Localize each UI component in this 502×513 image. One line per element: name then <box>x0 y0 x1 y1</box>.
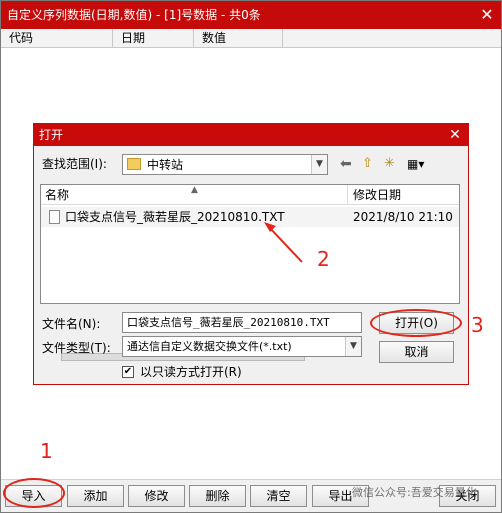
filetype-value: 通达信自定义数据交换文件(*.txt) <box>127 340 292 353</box>
lookin-combo[interactable]: 中转站 ▼ <box>122 154 328 175</box>
name-column-header[interactable]: 名称 <box>45 187 69 203</box>
column-header-date[interactable]: 日期 <box>113 29 194 48</box>
file-list-header: 名称 ▲ 修改日期 <box>41 185 459 205</box>
open-file-dialog: 打开 ✕ 查找范围(I): 中转站 ▼ ⬅ ⇧ ✳ ▦▾ 名称 ▲ 修改日期 口… <box>33 123 469 385</box>
lookin-value: 中转站 <box>147 158 184 172</box>
lookin-label: 查找范围(I): <box>42 157 107 171</box>
filename-label: 文件名(N): <box>42 317 101 331</box>
column-divider <box>347 185 348 205</box>
add-button[interactable]: 添加 <box>67 485 124 507</box>
file-row[interactable]: 口袋支点信号_薇若星辰_20210810.TXT 2021/8/10 21:10 <box>41 207 459 227</box>
close-icon[interactable]: ✕ <box>477 5 497 25</box>
annotation-number-1: 1 <box>40 439 53 463</box>
file-list[interactable]: 名称 ▲ 修改日期 口袋支点信号_薇若星辰_20210810.TXT 2021/… <box>40 184 460 361</box>
sort-up-icon: ▲ <box>191 185 198 195</box>
file-modified: 2021/8/10 21:10 <box>353 210 453 224</box>
chevron-down-icon[interactable]: ▼ <box>311 155 327 174</box>
chevron-down-icon[interactable]: ▼ <box>345 337 361 356</box>
text-file-icon <box>49 210 60 224</box>
filetype-label: 文件类型(T): <box>42 341 111 355</box>
modified-column-header[interactable]: 修改日期 <box>353 187 401 203</box>
annotation-number-2: 2 <box>317 247 330 271</box>
annotation-number-3: 3 <box>471 313 484 337</box>
annotation-ring-open <box>370 309 462 337</box>
filename-input[interactable]: 口袋支点信号_薇若星辰_20210810.TXT <box>122 312 362 333</box>
annotation-arrow-icon <box>264 222 303 263</box>
column-header-code[interactable]: 代码 <box>1 29 113 48</box>
delete-button[interactable]: 删除 <box>189 485 246 507</box>
cancel-button[interactable]: 取消 <box>379 341 454 363</box>
back-icon[interactable]: ⬅ <box>340 156 356 172</box>
clear-button[interactable]: 清空 <box>250 485 307 507</box>
readonly-label[interactable]: 以只读方式打开(R) <box>140 364 242 380</box>
view-menu-icon[interactable]: ▦▾ <box>407 156 437 172</box>
annotation-ring-import <box>3 478 65 508</box>
grid-header: 代码 日期 数值 <box>1 29 501 48</box>
filetype-select[interactable]: 通达信自定义数据交换文件(*.txt) ▼ <box>122 336 362 357</box>
new-folder-icon[interactable]: ✳ <box>384 156 400 172</box>
folder-icon <box>127 158 141 170</box>
column-header-value[interactable]: 数值 <box>194 29 283 48</box>
up-folder-icon[interactable]: ⇧ <box>362 156 378 172</box>
app-title: 自定义序列数据(日期,数值) - [1]号数据 - 共0条 <box>1 1 501 29</box>
readonly-checkbox[interactable]: ✔ <box>122 366 134 378</box>
dialog-title: 打开 <box>34 124 468 146</box>
file-name: 口袋支点信号_薇若星辰_20210810.TXT <box>65 210 285 224</box>
dialog-close-icon[interactable]: ✕ <box>446 124 464 146</box>
filename-value: 口袋支点信号_薇若星辰_20210810.TXT <box>127 316 330 329</box>
watermark: 微信公众号:吾爱交易量化 <box>352 486 477 499</box>
edit-button[interactable]: 修改 <box>128 485 185 507</box>
